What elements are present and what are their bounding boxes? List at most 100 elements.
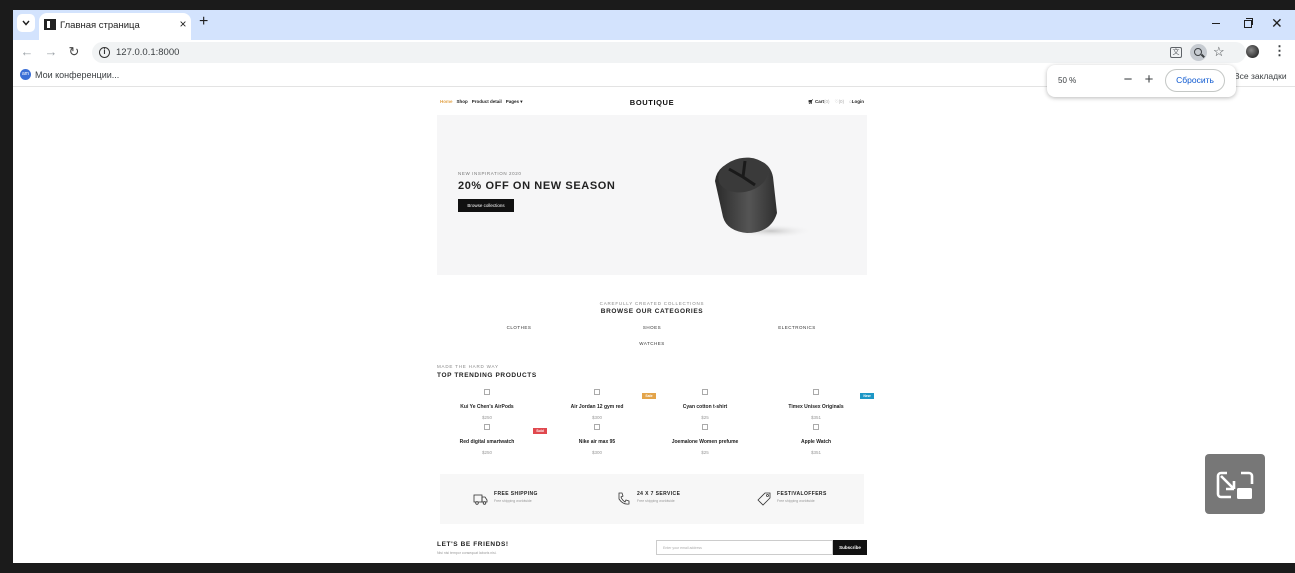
bookmark-label: Мои конференции... <box>35 69 120 80</box>
product-card[interactable]: Cyan cotton t-shirt $25 <box>655 389 755 420</box>
broken-image-icon <box>813 389 819 395</box>
product-name: Apple Watch <box>800 439 832 445</box>
pip-icon <box>1216 471 1254 499</box>
product-card[interactable]: Nike air max 95 $300 <box>547 424 647 455</box>
product-card[interactable]: Apple Watch $351 <box>766 424 866 455</box>
bookmark-item[interactable]: am Мои конференции... <box>20 69 119 80</box>
site-logo[interactable]: BOUTIQUE <box>437 98 867 107</box>
profile-avatar-icon[interactable] <box>1246 45 1259 58</box>
product-card[interactable]: Red digital smartwatch $250 <box>437 424 537 455</box>
translate-icon[interactable]: 文 <box>1170 47 1182 58</box>
bookmark-star-icon[interactable]: ☆ <box>1213 44 1225 60</box>
sale-badge: Sale <box>642 393 656 399</box>
web-page: Home Shop Product detail Pages ▾ BOUTIQU… <box>437 88 874 563</box>
service-subtitle: Free shipping worldwide <box>494 499 532 503</box>
service-title: FESTIVALOFFERS <box>777 491 827 497</box>
back-icon[interactable]: ← <box>19 44 35 60</box>
service-title: 24 X 7 SERVICE <box>637 491 681 497</box>
product-card[interactable]: Timex Unisex Originals $351 <box>766 389 866 420</box>
product-name: Joemalone Women prefume <box>671 439 739 445</box>
site-info-icon[interactable]: i <box>99 47 110 58</box>
subscribe-button[interactable]: Subscribe <box>833 540 867 555</box>
email-placeholder: Enter your email address <box>663 546 702 550</box>
category-electronics[interactable]: ELECTRONICS <box>767 325 827 330</box>
site-actions: 🛒︎ Cart(0) ♡(0) ◌Login <box>808 99 864 105</box>
category-shoes[interactable]: SHOES <box>622 325 682 330</box>
service-shipping: FREE SHIPPING Free shipping worldwide <box>473 491 538 507</box>
zoom-in-button[interactable]: + <box>1141 71 1157 89</box>
services-strip: FREE SHIPPING Free shipping worldwide 24… <box>440 474 864 524</box>
hero-banner: NEW INSPIRATION 2020 20% OFF ON NEW SEAS… <box>437 115 867 275</box>
more-menu-icon[interactable]: ⋮ <box>1273 44 1286 58</box>
browser-toolbar: ← → ↻ i 127.0.0.1:8000 文 ☆ ⋮ <box>13 40 1295 65</box>
login-label: Login <box>851 99 864 104</box>
product-name: Air Jordan 12 gym red <box>570 404 624 410</box>
tab-title: Главная страница <box>60 20 140 31</box>
category-watches[interactable]: WATCHES <box>622 341 682 346</box>
categories-eyebrow: CAREFULLY CREATED COLLECTIONS <box>599 301 705 306</box>
address-bar[interactable]: i 127.0.0.1:8000 文 ☆ <box>92 42 1246 63</box>
new-tab-icon[interactable]: + <box>199 14 208 30</box>
hero-eyebrow: NEW INSPIRATION 2020 <box>458 171 522 176</box>
minimize-icon[interactable] <box>1211 17 1223 29</box>
product-price: $250 <box>481 450 492 455</box>
restore-icon[interactable] <box>1242 17 1254 29</box>
service-subtitle: Free shipping worldwide <box>637 499 675 503</box>
product-price: $351 <box>810 450 821 455</box>
reload-icon[interactable]: ↻ <box>66 44 82 60</box>
categories-title: BROWSE OUR CATEGORIES <box>600 308 704 315</box>
zoom-icon[interactable] <box>1190 44 1207 61</box>
wishlist-count: (0) <box>838 99 845 104</box>
close-window-icon[interactable]: ✕ <box>1271 16 1283 30</box>
product-price: $25 <box>701 415 709 420</box>
product-card[interactable]: Joemalone Women prefume $25 <box>655 424 755 455</box>
phone-icon <box>618 492 630 505</box>
hero-title: 20% OFF ON NEW SEASON <box>458 180 616 192</box>
picture-in-picture-button[interactable] <box>1205 454 1265 514</box>
product-name: Red digital smartwatch <box>459 439 515 445</box>
forward-icon[interactable]: → <box>43 44 59 60</box>
product-name: Timex Unisex Originals <box>788 404 844 410</box>
broken-image-icon <box>702 389 708 395</box>
tab-close-icon[interactable]: × <box>177 17 189 31</box>
product-price: $300 <box>591 415 602 420</box>
chevron-down-icon <box>22 20 30 26</box>
trending-eyebrow: MADE THE HARD WAY <box>437 364 499 369</box>
product-card[interactable]: Kui Ye Chen's AirPods $250 <box>437 389 537 420</box>
product-price: $300 <box>591 450 602 455</box>
tab-search-button[interactable] <box>17 14 35 32</box>
category-clothes[interactable]: CLOTHES <box>489 325 549 330</box>
email-field[interactable]: Enter your email address <box>656 540 833 555</box>
new-badge: New <box>860 393 874 399</box>
tab-strip: Главная страница × + ✕ <box>13 10 1295 40</box>
truck-icon <box>473 494 488 505</box>
product-name: Cyan cotton t-shirt <box>682 404 728 410</box>
hero-product-image <box>715 157 813 238</box>
site-header: Home Shop Product detail Pages ▾ BOUTIQU… <box>437 97 867 107</box>
product-price: $250 <box>481 415 492 420</box>
tag-icon <box>757 492 771 506</box>
service-subtitle: Free shipping worldwide <box>777 499 815 503</box>
broken-image-icon <box>813 424 819 430</box>
sold-badge: Sold <box>533 428 547 434</box>
wishlist-link[interactable]: ♡(0) <box>835 99 845 105</box>
url-text[interactable]: 127.0.0.1:8000 <box>116 47 179 58</box>
product-price: $25 <box>701 450 709 455</box>
login-link[interactable]: ◌Login <box>849 99 864 105</box>
broken-image-icon <box>594 389 600 395</box>
cart-count: (0) <box>824 99 830 104</box>
zoom-out-button[interactable]: − <box>1120 71 1136 89</box>
broken-image-icon <box>484 389 490 395</box>
product-name: Nike air max 95 <box>578 439 616 445</box>
all-bookmarks-button[interactable]: Все закладки <box>1234 71 1287 81</box>
service-title: FREE SHIPPING <box>494 491 538 497</box>
product-name: Kui Ye Chen's AirPods <box>460 404 514 410</box>
cart-label: Cart <box>815 99 825 104</box>
newsletter-subtitle: Nisi nisi tempor consequat laboris nisi. <box>437 551 497 555</box>
cart-link[interactable]: 🛒︎ Cart(0) <box>808 99 830 105</box>
browse-collections-button[interactable]: Browse collections <box>458 199 514 212</box>
product-card[interactable]: Air Jordan 12 gym red $300 <box>547 389 647 420</box>
tab-active[interactable]: Главная страница × <box>39 13 191 40</box>
zoom-reset-button[interactable]: Сбросить <box>1165 69 1225 92</box>
service-support: 24 X 7 SERVICE Free shipping worldwide <box>616 491 680 507</box>
